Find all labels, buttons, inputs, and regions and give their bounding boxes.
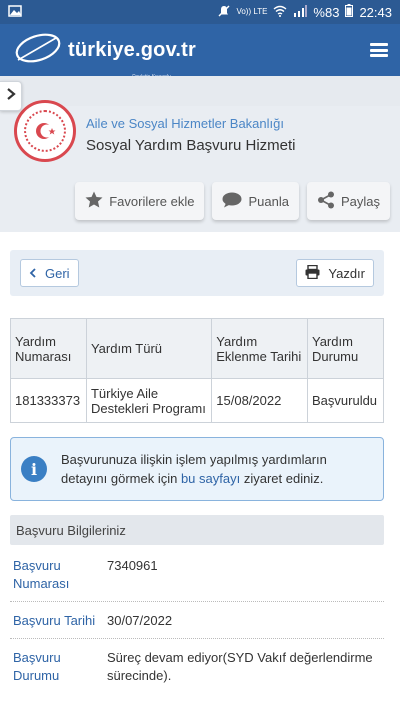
logo-text: türkiye.gov.tr [68,38,197,61]
ministry-name[interactable]: Aile ve Sosyal Hizmetler Bakanlığı [86,116,296,131]
network-label: Vo)) LTE [236,7,268,16]
field-row: Başvuru Tarihi 30/07/2022 [10,602,384,639]
printer-icon [305,264,320,282]
ministry-emblem [14,100,76,162]
back-label: Geri [45,265,70,281]
side-panel-toggle[interactable] [0,81,22,111]
info-text-after: ziyaret ediniz. [240,471,324,486]
add-favorite-button[interactable]: Favorilere ekle [75,182,205,220]
aid-status-cell: Başvuruldu [307,378,384,423]
back-button[interactable]: Geri [20,259,79,287]
rate-button[interactable]: Puanla [212,182,299,220]
rate-label: Puanla [248,193,289,209]
field-row: Başvuru Durumu Süreç devam ediyor(SYD Va… [10,639,384,691]
gallery-notification-icon [8,4,22,20]
section-title: Başvuru Bilgileriniz [10,515,384,545]
menu-bar [370,43,388,46]
menu-bar [370,48,388,52]
info-text: Başvurunuza ilişkin işlem yapılmış yardı… [61,450,373,488]
field-value: 7340961 [107,558,158,573]
chevron-left-icon [29,266,37,281]
mute-icon [218,5,230,20]
aid-number-cell: 181333373 [10,378,87,423]
battery-icon [345,4,354,20]
logo-swoosh-icon [12,30,62,71]
share-icon [317,191,335,212]
status-bar: Vo)) LTE %83 22:43 [0,0,400,24]
site-logo[interactable]: türkiye.gov.tr [12,30,196,71]
share-button[interactable]: Paylaş [306,182,390,220]
table-header-row: Yardım Numarası Yardım Türü Yardım Eklen… [10,318,384,379]
service-header: Aile ve Sosyal Hizmetler Bakanlığı Sosya… [0,100,400,232]
table-row: 181333373 Türkiye Aile Destekleri Progra… [10,378,384,423]
chevron-right-icon [6,87,16,105]
info-alert: i Başvurunuza ilişkin işlem yapılmış yar… [10,437,384,501]
battery-level: %83 [313,4,340,20]
field-label: Başvuru Numarası [13,558,70,591]
field-label: Başvuru Durumu [13,650,61,683]
column-header: Yardım Durumu [307,318,384,379]
menu-bar [370,54,388,57]
menu-button[interactable] [370,43,388,57]
subheader-band [0,76,400,111]
info-icon: i [21,456,47,482]
site-header: türkiye.gov.tr Devletin Kısayolu [0,24,400,80]
field-row: Başvuru Numarası 7340961 [10,545,384,602]
signal-icon [293,4,308,20]
field-value: Süreç devam ediyor(SYD Vakıf değerlendir… [107,650,373,683]
print-button[interactable]: Yazdır [296,259,374,287]
aid-table: Yardım Numarası Yardım Türü Yardım Eklen… [10,318,384,423]
print-label: Yazdır [328,265,365,281]
page-nav: Geri Yazdır [10,250,384,296]
clock: 22:43 [359,4,392,20]
add-favorite-label: Favorilere ekle [109,193,195,209]
service-actions: Favorilere ekle Puanla Paylaş [14,182,390,220]
star-icon [85,191,103,211]
aid-date-cell: 15/08/2022 [211,378,308,423]
field-value: 30/07/2022 [107,613,173,628]
service-title: Sosyal Yardım Başvuru Hizmeti [86,137,296,154]
chat-bubble-icon [222,192,242,211]
info-link[interactable]: bu sayfayı [181,471,240,486]
aid-type-cell: Türkiye Aile Destekleri Programı [85,378,213,423]
field-label: Başvuru Tarihi [13,613,96,628]
wifi-icon [273,5,287,20]
crescent-star-icon [24,110,66,152]
column-header: Yardım Numarası [10,318,87,379]
column-header: Yardım Eklenme Tarihi [211,318,308,379]
column-header: Yardım Türü [85,318,213,379]
share-label: Paylaş [340,193,380,209]
